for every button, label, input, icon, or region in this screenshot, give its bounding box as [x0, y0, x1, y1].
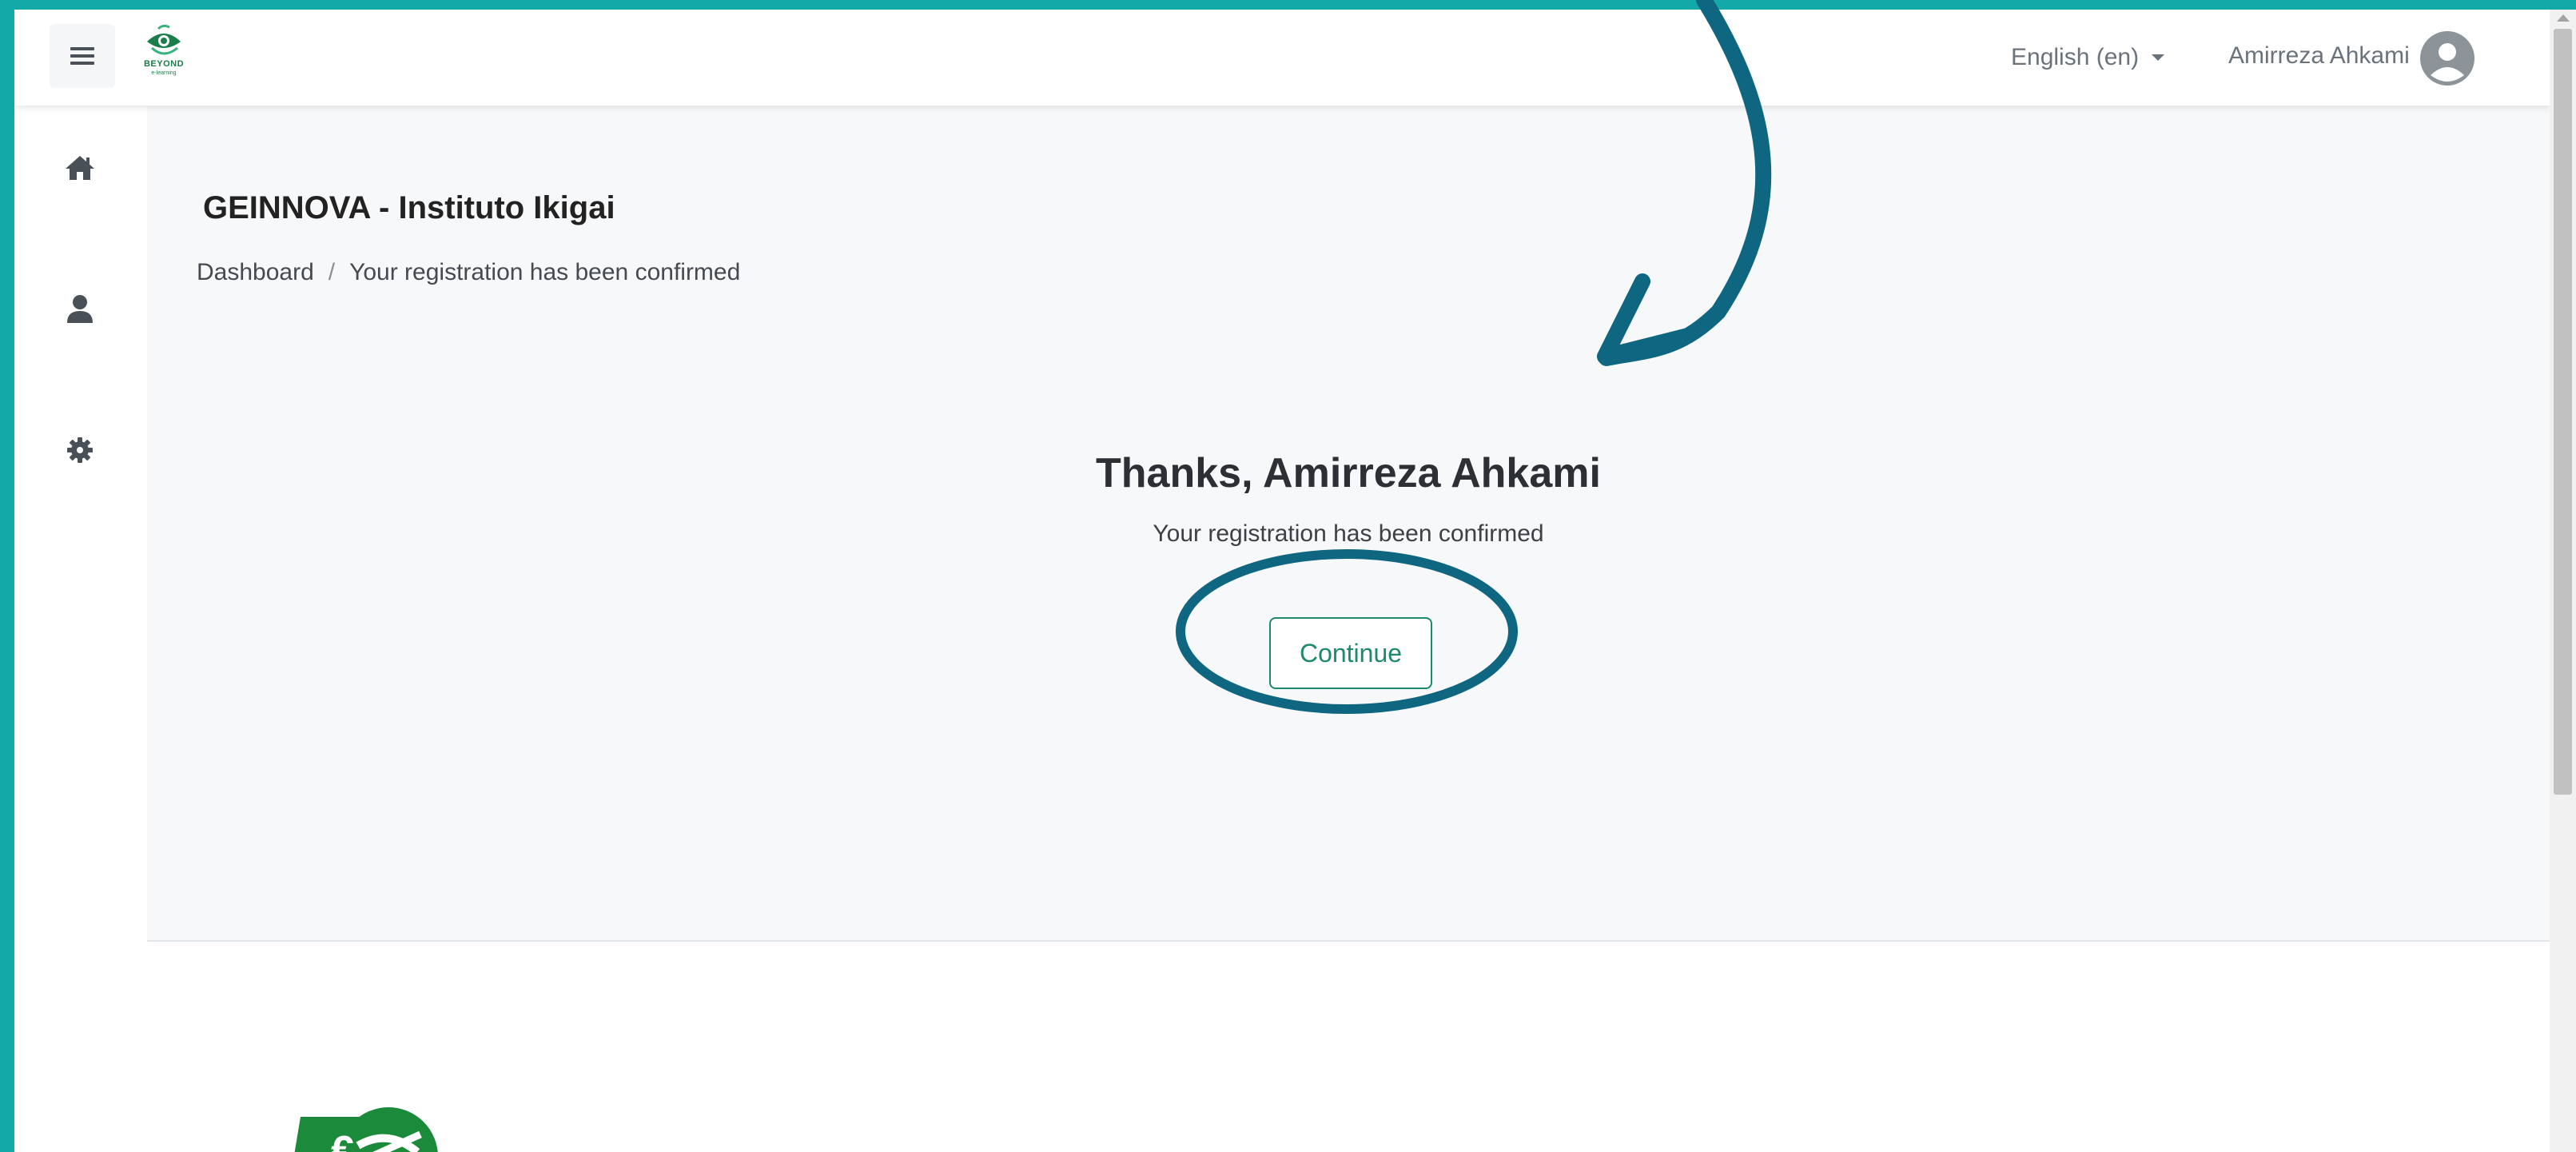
scroll-up-arrow[interactable] [2550, 10, 2576, 26]
user-icon [67, 295, 93, 323]
user-avatar-icon [2419, 31, 2474, 86]
page-content: GEINNOVA - Instituto Ikigai Dashboard / … [147, 106, 2550, 942]
brand-name: BEYOND [143, 59, 185, 69]
brand-tagline: e-learning [151, 70, 177, 76]
home-icon [66, 156, 94, 180]
footer-logo-text: € [331, 1128, 354, 1152]
confirmation-message: Your registration has been confirmed [1153, 520, 1544, 547]
caret-down-icon [2152, 54, 2165, 61]
breadcrumb: Dashboard / Your registration has been c… [197, 259, 740, 286]
confirmation-heading: Thanks, Amirreza Ahkami [1096, 450, 1601, 496]
footer-logo: € [269, 1093, 476, 1152]
user-menu[interactable]: Amirreza Ahkami [2228, 30, 2475, 86]
euro-badge-logo: € [294, 1107, 438, 1152]
language-menu[interactable]: English (en) [2011, 38, 2165, 77]
user-name: Amirreza Ahkami [2228, 42, 2410, 69]
breadcrumb-separator: / [328, 259, 336, 285]
breadcrumb-current: Your registration has been confirmed [349, 259, 741, 285]
sidebar-item-profile[interactable] [62, 292, 98, 327]
vertical-scrollbar[interactable] [2550, 10, 2576, 1152]
page-title: GEINNOVA - Instituto Ikigai [203, 190, 615, 225]
browser-viewport: BEYOND e-learning English (en) Amirreza … [14, 10, 2550, 1152]
language-label: English (en) [2011, 44, 2140, 70]
drawer-toggle-button[interactable] [50, 24, 115, 88]
breadcrumb-dashboard-link[interactable]: Dashboard [197, 259, 314, 286]
eye-leaf-logo [147, 24, 181, 55]
brand-logo[interactable]: BEYOND e-learning [141, 24, 187, 88]
scroll-thumb[interactable] [2554, 29, 2572, 795]
hamburger-icon [70, 47, 94, 65]
top-navbar: BEYOND e-learning English (en) Amirreza … [14, 10, 2550, 106]
sidebar-item-settings[interactable] [62, 432, 98, 468]
sidebar-item-home[interactable] [62, 150, 98, 185]
continue-button[interactable]: Continue [1269, 617, 1432, 689]
gear-icon [67, 437, 93, 463]
